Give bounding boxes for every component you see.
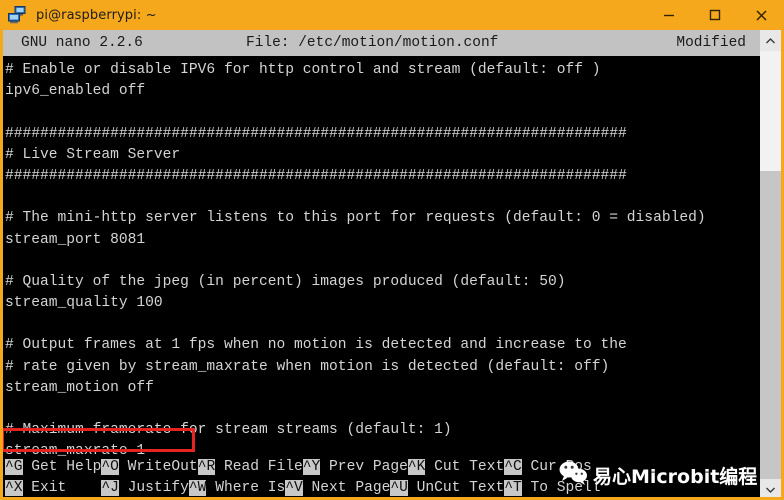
editor-line: # Output frames at 1 fps when no motion … bbox=[5, 337, 627, 354]
window-titlebar[interactable]: pi@raspberrypi: ~ bbox=[0, 0, 784, 30]
editor-lines: # Enable or disable IPV6 for http contro… bbox=[3, 60, 784, 456]
shortcut-key[interactable]: ^O bbox=[101, 459, 119, 475]
editor-line: # rate given by stream_maxrate when moti… bbox=[5, 358, 610, 375]
shortcut-label[interactable]: Next Page bbox=[303, 480, 391, 496]
editor-line: stream_motion off bbox=[5, 379, 154, 396]
shortcut-label[interactable]: Justify bbox=[119, 480, 189, 496]
shortcut-row-2: ^X Exit ^J Justify^W Where Is^V Next Pag… bbox=[5, 478, 784, 499]
nano-shortcut-bar: ^G Get Help^O WriteOut^R Read File^Y Pre… bbox=[0, 456, 784, 500]
shortcut-key[interactable]: ^X bbox=[5, 480, 23, 496]
vertical-scrollbar[interactable] bbox=[760, 30, 781, 500]
putty-terminal-window: pi@raspberrypi: ~ GNU nano 2.2.6 File: /… bbox=[0, 0, 784, 500]
shortcut-key[interactable]: ^V bbox=[285, 480, 303, 496]
shortcut-key[interactable]: ^U bbox=[390, 480, 408, 496]
shortcut-key[interactable]: ^R bbox=[197, 459, 216, 475]
window-title: pi@raspberrypi: ~ bbox=[36, 7, 157, 23]
editor-line: ########################################… bbox=[5, 125, 627, 142]
shortcut-label[interactable]: Read File bbox=[215, 459, 303, 475]
shortcut-label[interactable]: UnCut Text bbox=[408, 480, 505, 496]
maximize-icon[interactable] bbox=[692, 0, 738, 30]
scrollbar-track[interactable] bbox=[760, 51, 781, 479]
shortcut-key[interactable]: ^C bbox=[504, 459, 522, 475]
window-controls bbox=[646, 0, 784, 30]
shortcut-label[interactable]: WriteOut bbox=[119, 459, 198, 475]
shortcut-label[interactable]: Get Help bbox=[23, 459, 101, 475]
shortcut-key[interactable]: ^Y bbox=[302, 459, 321, 475]
shortcut-key[interactable]: ^W bbox=[188, 480, 207, 496]
editor-line: ########################################… bbox=[5, 167, 627, 184]
editor-line: # Live Stream Server bbox=[5, 146, 181, 163]
nano-modified-status: Modified bbox=[676, 35, 746, 51]
shortcut-key[interactable]: ^T bbox=[504, 480, 522, 496]
window-frame-left bbox=[0, 30, 3, 500]
editor-line: stream_quality 100 bbox=[5, 295, 163, 312]
editor-line: # The mini-http server listens to this p… bbox=[5, 210, 706, 227]
minimize-icon[interactable] bbox=[646, 0, 692, 30]
editor-line: ipv6_enabled off bbox=[5, 83, 146, 100]
nano-file-path: File: /etc/motion/motion.conf bbox=[246, 35, 499, 51]
shortcut-key[interactable]: ^J bbox=[101, 480, 119, 496]
shortcut-key[interactable]: ^G bbox=[5, 459, 23, 475]
shortcut-label[interactable]: Cur Pos bbox=[522, 459, 591, 475]
editor-line: # Maximum framerate for stream streams (… bbox=[5, 422, 452, 439]
nano-header-bar: GNU nano 2.2.6 File: /etc/motion/motion.… bbox=[0, 30, 784, 56]
editor-line: stream_port 8081 bbox=[5, 231, 146, 248]
chevron-up-icon[interactable] bbox=[760, 30, 781, 51]
shortcut-key[interactable]: ^K bbox=[407, 459, 426, 475]
shortcut-label[interactable]: Prev Page bbox=[320, 459, 408, 475]
editor-text-area[interactable]: # Enable or disable IPV6 for http contro… bbox=[0, 56, 784, 456]
scrollbar-thumb[interactable] bbox=[760, 51, 781, 171]
editor-line: # Quality of the jpeg (in percent) image… bbox=[5, 273, 566, 290]
shortcut-label[interactable]: Cut Text bbox=[425, 459, 504, 475]
editor-line: # Enable or disable IPV6 for http contro… bbox=[5, 62, 601, 78]
shortcut-label[interactable]: To Spell bbox=[522, 480, 600, 496]
nano-version: GNU nano 2.2.6 bbox=[21, 35, 143, 51]
close-icon[interactable] bbox=[738, 0, 784, 30]
shortcut-label[interactable]: Exit bbox=[23, 480, 66, 496]
shortcut-label[interactable]: Where Is bbox=[206, 480, 285, 496]
editor-line: stream_maxrate 1 bbox=[5, 443, 146, 456]
putty-computer-icon bbox=[8, 6, 30, 24]
shortcut-row-1: ^G Get Help^O WriteOut^R Read File^Y Pre… bbox=[5, 457, 784, 478]
